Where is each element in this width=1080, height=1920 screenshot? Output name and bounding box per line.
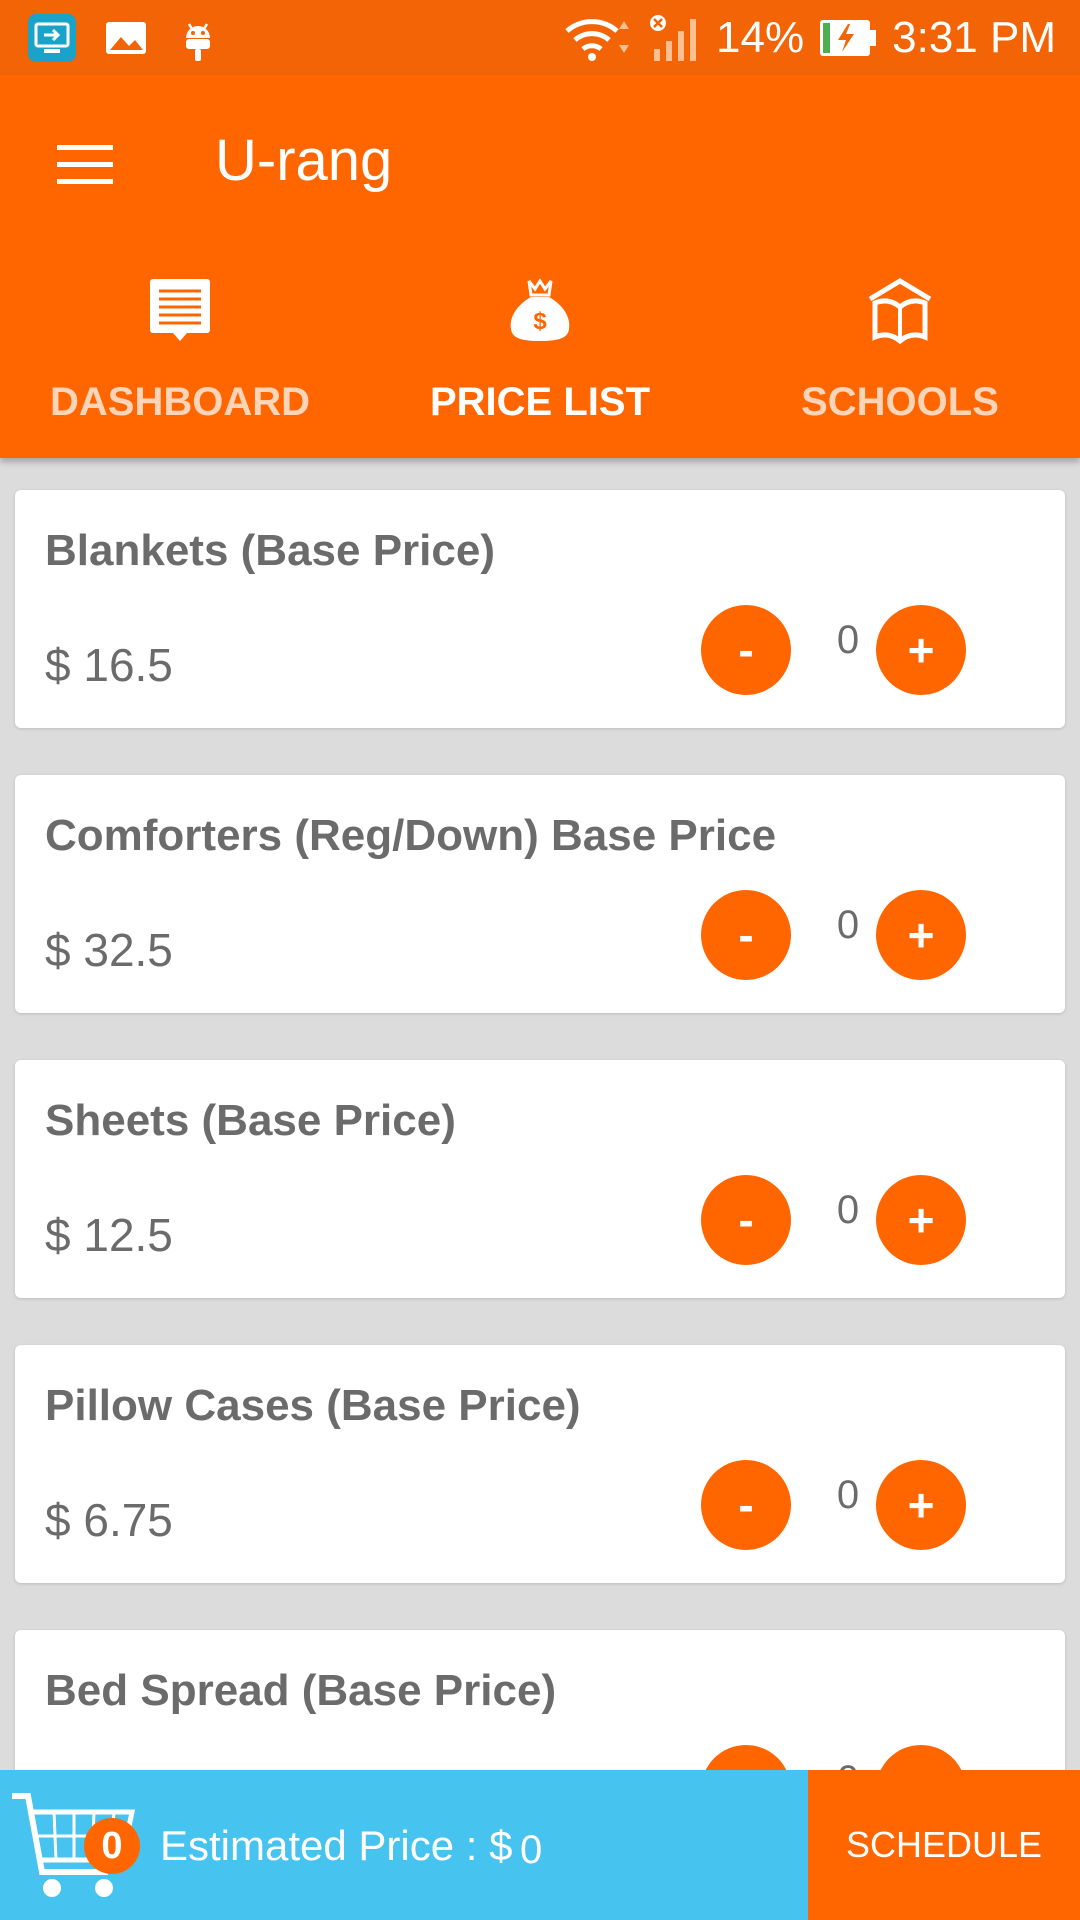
tab-bar: DASHBOARD $ PRICE LIST SCHOOLS (0, 265, 1080, 455)
item-name: Blankets (Base Price) (45, 526, 495, 575)
item-name: Bed Spread (Base Price) (45, 1666, 557, 1715)
increase-button[interactable]: + (876, 1175, 966, 1265)
status-right: 14% 3:31 PM (562, 10, 1056, 66)
item-price: $ 16.5 (45, 639, 173, 691)
app-bar: U-rang DASHBOARD $ PRICE LIST SCHOOLS (0, 75, 1080, 458)
menu-button[interactable] (40, 125, 130, 205)
tab-label-dashboard: DASHBOARD (50, 380, 310, 424)
decrease-button[interactable]: - (701, 890, 791, 980)
quantity-value: 0 (836, 1473, 860, 1517)
item-name: Sheets (Base Price) (45, 1096, 456, 1145)
decrease-button[interactable]: - (701, 605, 791, 695)
schedule-button[interactable]: SCHEDULE (808, 1770, 1080, 1920)
wifi-icon (565, 19, 630, 61)
increase-button[interactable]: + (876, 890, 966, 980)
list-item: Blankets (Base Price) $ 16.5 - 0 + (15, 490, 1065, 728)
decrease-button[interactable]: - (701, 1460, 791, 1550)
gallery-icon (106, 22, 146, 54)
book-icon (868, 278, 932, 345)
bottom-bar: 0 Estimated Price : $ 0 SCHEDULE (0, 1770, 1080, 1920)
list-item: Sheets (Base Price) $ 12.5 - 0 + (15, 1060, 1065, 1298)
screen-cast-icon (28, 14, 76, 62)
app-title: U-rang (215, 128, 393, 193)
list-icon (150, 279, 210, 341)
tab-schools[interactable]: SCHOOLS (720, 265, 1080, 455)
increase-button[interactable]: + (876, 605, 966, 695)
list-item: Pillow Cases (Base Price) $ 6.75 - 0 + (15, 1345, 1065, 1583)
item-price: $ 12.5 (45, 1209, 173, 1261)
hamburger-menu-icon (57, 145, 113, 184)
increase-button[interactable]: + (876, 1460, 966, 1550)
item-name: Comforters (Reg/Down) Base Price (45, 811, 777, 860)
status-bar: 14% 3:31 PM (0, 0, 1080, 75)
svg-text:$: $ (533, 308, 547, 335)
quantity-value: 0 (836, 1188, 860, 1232)
android-icon (186, 23, 210, 61)
quantity-value: 0 (836, 618, 860, 662)
tab-label-price-list: PRICE LIST (429, 380, 651, 424)
tab-label-schools: SCHOOLS (801, 380, 999, 424)
tab-dashboard[interactable]: DASHBOARD (0, 265, 360, 455)
estimated-price-value: 0 (520, 1828, 543, 1872)
item-price: $ 32.5 (45, 924, 173, 976)
cart-summary[interactable]: 0 Estimated Price : $ 0 (0, 1770, 808, 1920)
signal-icon (650, 15, 697, 61)
list-item: Comforters (Reg/Down) Base Price $ 32.5 … (15, 775, 1065, 1013)
cart-count-badge: 0 (84, 1818, 140, 1874)
estimated-price-label: Estimated Price : $ (160, 1822, 513, 1869)
battery-charging-icon (820, 20, 877, 56)
item-price: $ 6.75 (45, 1494, 173, 1546)
clock: 3:31 PM (892, 13, 1056, 62)
tab-price-list[interactable]: $ PRICE LIST (360, 265, 720, 455)
decrease-button[interactable]: - (701, 1175, 791, 1265)
quantity-value: 0 (836, 903, 860, 947)
battery-percent: 14% (716, 13, 805, 62)
item-name: Pillow Cases (Base Price) (45, 1381, 581, 1430)
money-bag-icon: $ (510, 278, 570, 341)
